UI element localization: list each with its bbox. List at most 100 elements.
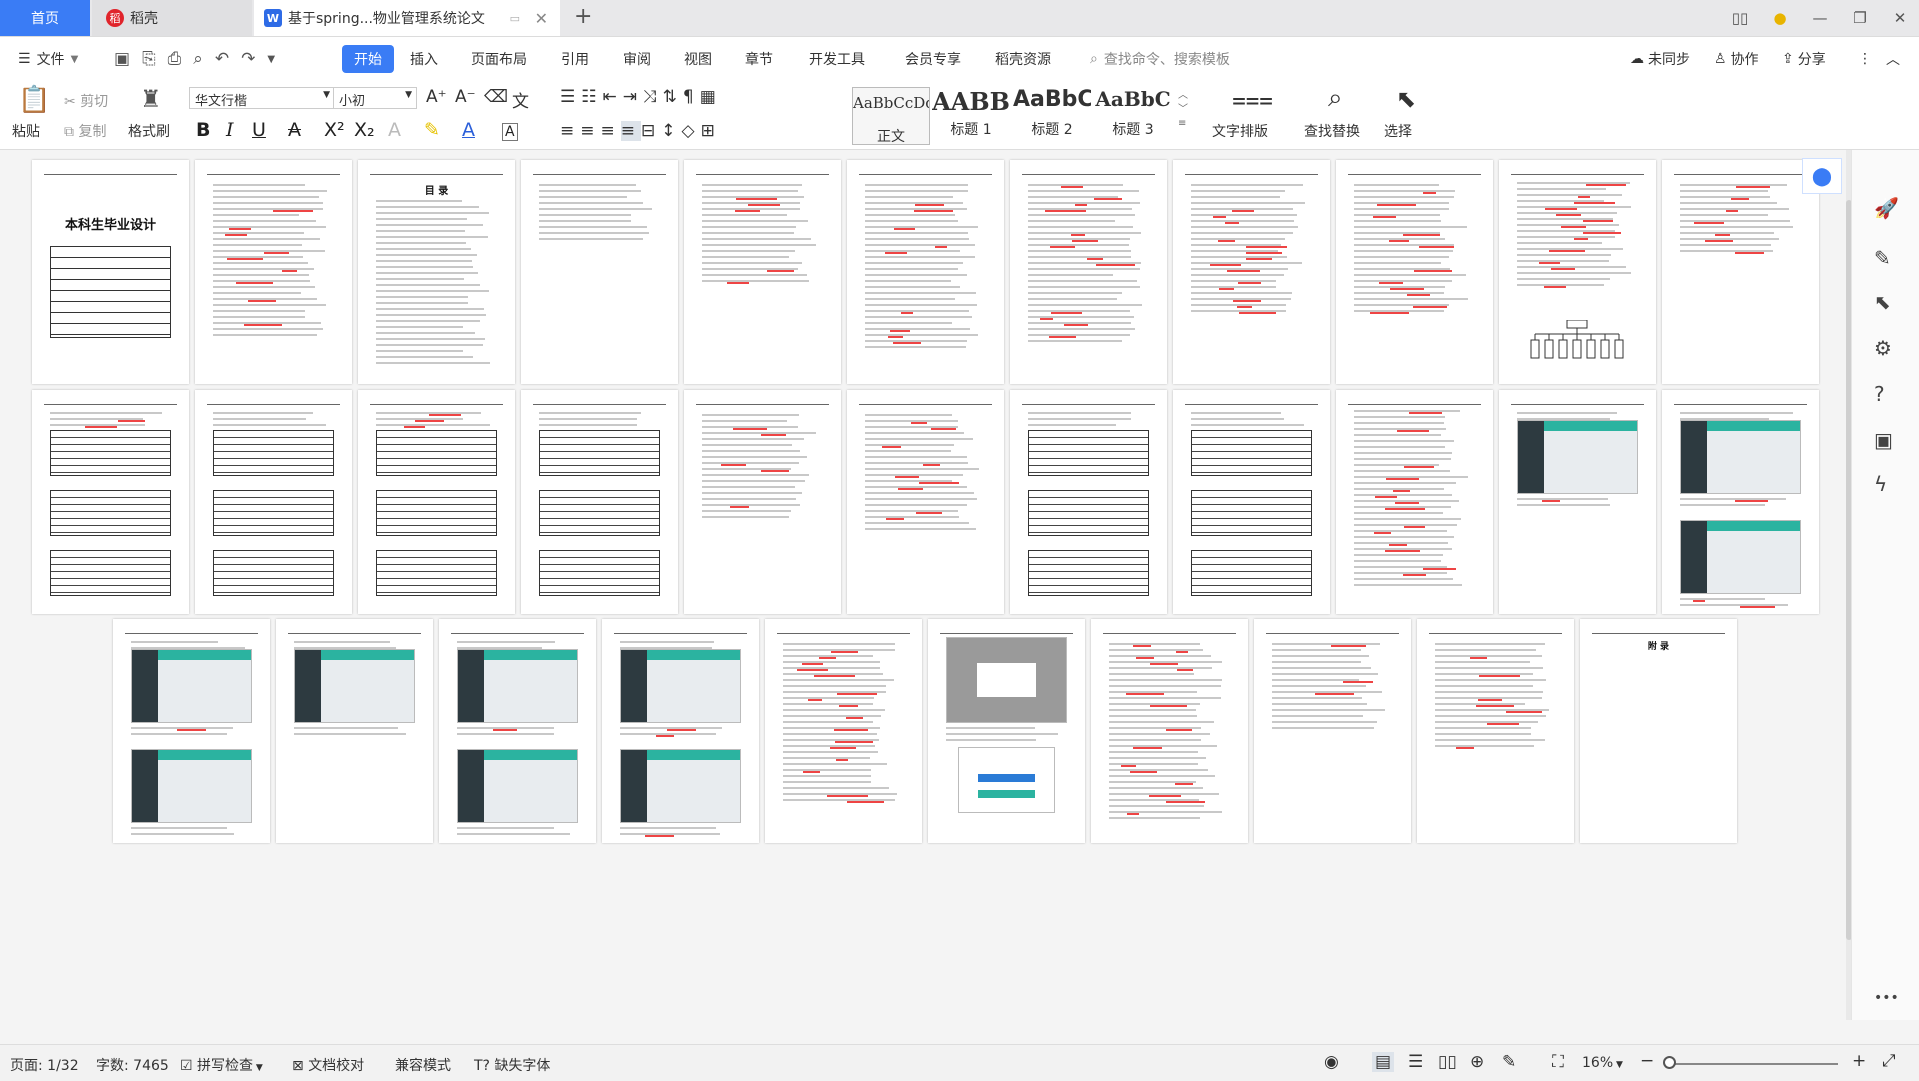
collab-button[interactable]: ♙ 协作 bbox=[1714, 37, 1759, 81]
line-spacing-icon[interactable]: ↕ bbox=[661, 121, 681, 141]
select-cursor-icon[interactable]: ⬉ bbox=[1396, 85, 1416, 113]
zoom-slider[interactable] bbox=[1668, 1063, 1838, 1065]
sort-icon[interactable]: ⇅ bbox=[663, 87, 683, 107]
command-search[interactable]: ⌕ 查找命令、搜索模板 bbox=[1090, 49, 1230, 69]
spell-check[interactable]: ☑ 拼写检查 ▼ bbox=[180, 1055, 263, 1075]
tab-home[interactable]: 首页 bbox=[0, 0, 90, 36]
superscript-icon[interactable]: X² bbox=[324, 119, 345, 141]
fit-page-icon[interactable]: ⛶ bbox=[1552, 1052, 1564, 1072]
location-pin-icon[interactable]: ⬤ bbox=[1802, 158, 1842, 194]
web-view-icon[interactable]: ⊕ bbox=[1470, 1052, 1484, 1072]
page-thumbnail[interactable] bbox=[1091, 619, 1248, 843]
tab-daoke-resources[interactable]: 稻壳资源 bbox=[995, 37, 1051, 81]
bold-icon[interactable]: B bbox=[196, 119, 210, 141]
write-view-icon[interactable]: ✎ bbox=[1502, 1052, 1516, 1072]
doc-proofread[interactable]: ⊠ 文档校对 bbox=[292, 1055, 364, 1075]
page-thumbnail[interactable] bbox=[1662, 160, 1819, 384]
print-preview-icon[interactable]: ⌕ bbox=[193, 49, 203, 69]
style-heading-1[interactable]: AABB 标题 1 bbox=[932, 87, 1010, 145]
align-right-icon[interactable]: ≡ bbox=[601, 121, 621, 141]
eye-protect-icon[interactable]: ◉ bbox=[1324, 1052, 1339, 1072]
show-marks-icon[interactable]: ¶ bbox=[683, 87, 700, 107]
page-thumbnail[interactable] bbox=[847, 390, 1004, 614]
char-border-icon[interactable]: A bbox=[502, 123, 518, 141]
phonetic-icon[interactable]: 文 bbox=[512, 87, 529, 112]
shading-icon[interactable]: ◇ bbox=[682, 121, 701, 141]
paste-button[interactable]: 粘贴 bbox=[12, 121, 40, 141]
italic-icon[interactable]: I bbox=[226, 119, 234, 141]
justify-icon[interactable]: ≡ bbox=[620, 121, 641, 141]
text-layout-icon[interactable]: ⩶ bbox=[1232, 85, 1273, 113]
restore-icon[interactable]: ❐ bbox=[1840, 9, 1880, 27]
format-painter-icon[interactable]: ♜ bbox=[140, 85, 162, 113]
zoom-out-icon[interactable]: − bbox=[1640, 1051, 1654, 1071]
font-name-select[interactable]: 华文行楷 ▼ bbox=[189, 87, 335, 109]
save-icon[interactable]: ▣ bbox=[114, 49, 130, 69]
page-thumbnail[interactable]: 附 录 bbox=[1580, 619, 1737, 843]
distribute-icon[interactable]: ⊟ bbox=[641, 121, 661, 141]
tab-insert[interactable]: 插入 bbox=[410, 37, 438, 81]
print-icon[interactable]: ⎙ bbox=[168, 49, 182, 69]
page-thumbnail[interactable] bbox=[684, 160, 841, 384]
tab-review[interactable]: 审阅 bbox=[623, 37, 651, 81]
align-left-icon[interactable]: ≡ bbox=[560, 121, 580, 141]
find-replace-button[interactable]: 查找替换 bbox=[1304, 121, 1360, 141]
more-tools-icon[interactable]: ••• bbox=[1874, 990, 1899, 1006]
font-size-select[interactable]: 小初 ▼ bbox=[333, 87, 417, 109]
paste-icon[interactable]: 📋 bbox=[18, 85, 50, 115]
tab-document[interactable]: W 基于spring...物业管理系统论文 ▭ ✕ bbox=[254, 0, 560, 36]
style-gallery-scroll[interactable]: ︿ ﹀ ≡ bbox=[1178, 89, 1188, 131]
collapse-ribbon-icon[interactable]: ︿ bbox=[1886, 37, 1900, 81]
page-thumbnail[interactable] bbox=[847, 160, 1004, 384]
outline-view-icon[interactable]: ☰ bbox=[1408, 1052, 1423, 1072]
shrink-font-icon[interactable]: A⁻ bbox=[455, 87, 476, 107]
find-icon[interactable]: ⌕ bbox=[1328, 83, 1343, 114]
close-tab-icon[interactable]: ✕ bbox=[535, 9, 548, 28]
file-menu[interactable]: ☰ 文件 ▼ bbox=[18, 37, 78, 81]
undo-icon[interactable]: ↶ bbox=[215, 49, 229, 69]
text-effect-icon[interactable]: A bbox=[388, 119, 401, 141]
indent-icon[interactable]: ⇥ bbox=[623, 87, 643, 107]
page-thumbnail[interactable]: 本科生毕业设计 bbox=[32, 160, 189, 384]
read-view-icon[interactable]: ▯▯ bbox=[1438, 1052, 1457, 1072]
search-input[interactable]: 查找命令、搜索模板 bbox=[1104, 49, 1230, 69]
chinese-layout-icon[interactable]: ⤨ bbox=[643, 87, 663, 107]
document-canvas[interactable]: 本科生毕业设计 目 录附 录 bbox=[0, 150, 1851, 1020]
share-button[interactable]: ⇪ 分享 bbox=[1782, 37, 1826, 81]
numbered-list-icon[interactable]: ☷ bbox=[581, 87, 602, 107]
page-thumbnail[interactable] bbox=[1010, 390, 1167, 614]
page-thumbnail[interactable] bbox=[1499, 390, 1656, 614]
page-thumbnail[interactable] bbox=[32, 390, 189, 614]
strikethrough-icon[interactable]: A bbox=[288, 119, 301, 141]
rocket-icon[interactable]: 🚀 bbox=[1874, 196, 1899, 220]
table-grid-icon[interactable]: ▦ bbox=[700, 87, 722, 107]
page-thumbnail[interactable] bbox=[276, 619, 433, 843]
page-thumbnail[interactable] bbox=[113, 619, 270, 843]
bullet-list-icon[interactable]: ☰ bbox=[560, 87, 581, 107]
page-thumbnail[interactable] bbox=[521, 390, 678, 614]
page-thumbnail[interactable] bbox=[928, 619, 1085, 843]
select-button[interactable]: 选择 bbox=[1384, 121, 1412, 141]
avatar[interactable]: ● bbox=[1760, 9, 1800, 27]
page-thumbnail[interactable] bbox=[1173, 160, 1330, 384]
page-view-icon[interactable]: ▤ bbox=[1372, 1052, 1395, 1072]
missing-font[interactable]: T? 缺失字体 bbox=[474, 1055, 550, 1075]
sync-status[interactable]: ☁ 未同步 bbox=[1630, 37, 1690, 81]
text-layout-button[interactable]: 文字排版 bbox=[1212, 121, 1268, 141]
page-thumbnail[interactable] bbox=[439, 619, 596, 843]
page-thumbnail[interactable] bbox=[521, 160, 678, 384]
page-thumbnail[interactable] bbox=[1173, 390, 1330, 614]
format-painter-button[interactable]: 格式刷 bbox=[128, 121, 170, 141]
zoom-slider-handle[interactable] bbox=[1663, 1056, 1676, 1069]
export-pdf-icon[interactable]: ⎘ bbox=[142, 49, 156, 69]
customize-icon[interactable]: ▼ bbox=[267, 54, 275, 65]
word-count[interactable]: 字数: 7465 bbox=[96, 1055, 169, 1075]
new-tab-button[interactable]: + bbox=[574, 4, 592, 29]
zoom-in-icon[interactable]: + bbox=[1852, 1051, 1866, 1071]
page-thumbnail[interactable] bbox=[602, 619, 759, 843]
more-menu-icon[interactable]: ⋮ bbox=[1858, 37, 1872, 81]
tab-reference[interactable]: 引用 bbox=[561, 37, 589, 81]
page-thumbnail[interactable] bbox=[1336, 390, 1493, 614]
page-thumbnail[interactable] bbox=[684, 390, 841, 614]
page-thumbnail[interactable] bbox=[195, 160, 352, 384]
